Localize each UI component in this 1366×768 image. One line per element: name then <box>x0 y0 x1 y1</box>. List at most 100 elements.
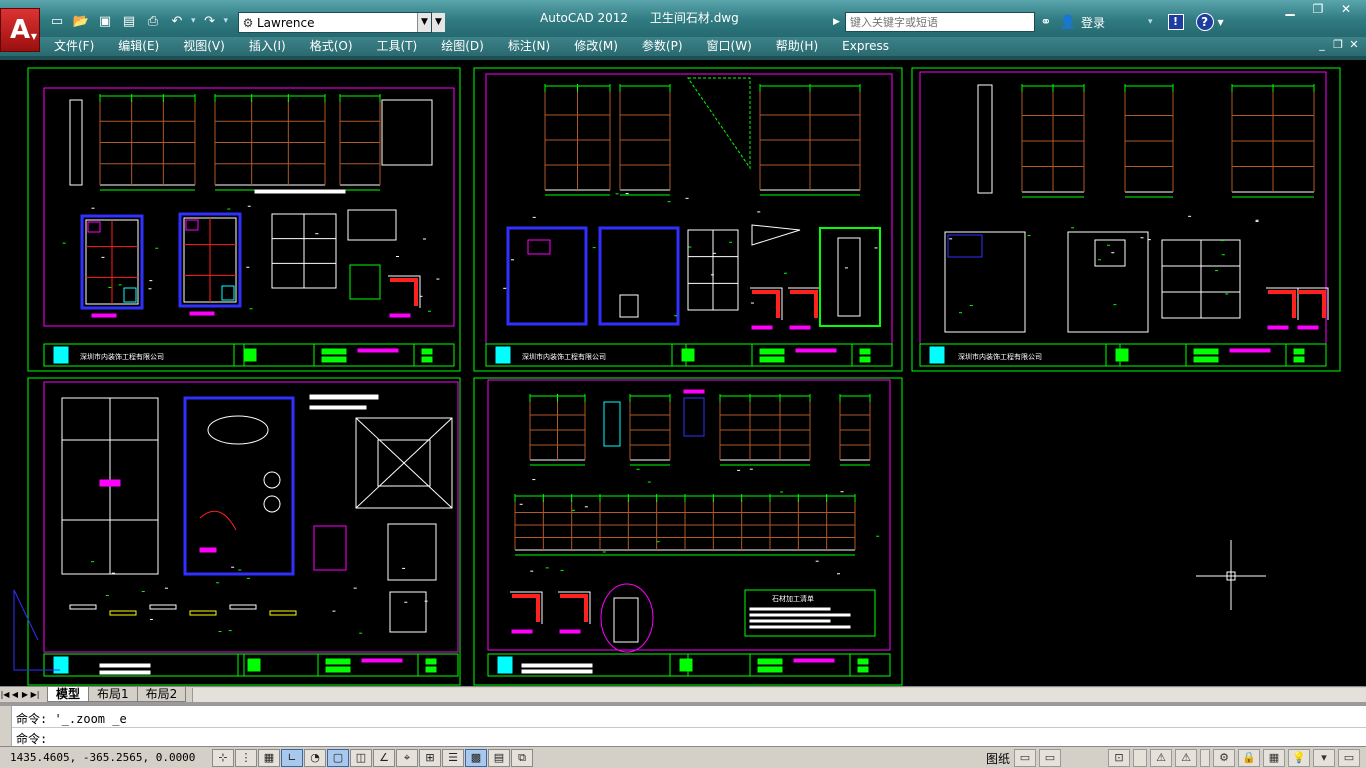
door-swing <box>199 510 237 531</box>
section-detail <box>69 604 97 610</box>
doc-close-icon[interactable]: ✕ <box>1346 38 1362 51</box>
plan-fixture <box>87 221 101 233</box>
title-block-field <box>357 348 399 353</box>
document-name: 卫生间石材.dwg <box>649 11 739 25</box>
application-menu-button[interactable]: A ▼ <box>0 8 40 52</box>
maximize-icon[interactable]: ❐ <box>1304 0 1332 18</box>
dynamic-ucs-icon[interactable]: ⌖ <box>396 749 418 767</box>
search-input[interactable] <box>845 12 1035 32</box>
annotation-visibility-icon[interactable]: ⚠ <box>1175 749 1197 767</box>
detail-box <box>387 523 437 581</box>
help-dropdown-icon[interactable]: ▼ <box>1218 18 1224 27</box>
expand-arrow-icon[interactable]: ▶ <box>833 17 845 27</box>
menu-draw[interactable]: 绘图(D) <box>435 39 490 54</box>
drawing-svg[interactable]: 深圳市内装饰工程有限公司 深圳市内装饰工程有限公司 深圳市内装饰工程有限公司石材加工… <box>0 60 1366 686</box>
menu-format[interactable]: 格式(O) <box>304 39 359 54</box>
menu-file[interactable]: 文件(F) <box>48 39 100 54</box>
menu-express[interactable]: Express <box>836 39 895 54</box>
doc-restore-icon[interactable]: ❐ <box>1330 38 1346 51</box>
print-icon[interactable]: ⎙ <box>142 11 164 31</box>
redo-icon[interactable]: ↷ <box>199 11 221 31</box>
hardware-acceleration-icon[interactable]: ▦ <box>1263 749 1285 767</box>
menu-view[interactable]: 视图(V) <box>177 39 231 54</box>
polar-tracking-icon[interactable]: ◔ <box>304 749 326 767</box>
section-detail <box>149 604 177 610</box>
doc-minimize-icon[interactable]: _ <box>1314 38 1330 51</box>
minimize-icon[interactable]: ▁ <box>1276 0 1304 18</box>
qat-customize-icon[interactable]: ▼ <box>432 13 445 32</box>
menu-window[interactable]: 窗口(W) <box>701 39 758 54</box>
maximize-viewport-icon[interactable]: ⊡ <box>1108 749 1130 767</box>
detail-label-bar <box>559 629 581 634</box>
save-as-icon[interactable]: ▤ <box>118 11 140 31</box>
workspace-switching-icon[interactable]: ⚙ <box>1213 749 1235 767</box>
login-dropdown-icon[interactable]: ▾ <box>1147 17 1154 27</box>
transparency-icon[interactable]: ▩ <box>465 749 487 767</box>
menu-help[interactable]: 帮助(H) <box>770 39 824 54</box>
3d-object-snap-icon[interactable]: ◫ <box>350 749 372 767</box>
lineweight-icon[interactable]: ☰ <box>442 749 464 767</box>
close-icon[interactable]: ✕ <box>1332 0 1360 18</box>
user-icon[interactable]: 👤 <box>1057 15 1079 30</box>
tab-layout1[interactable]: 布局1 <box>88 687 138 702</box>
quick-properties-icon[interactable]: ▤ <box>488 749 510 767</box>
login-button[interactable]: 登录 <box>1081 14 1105 31</box>
menu-modify[interactable]: 修改(M) <box>568 39 624 54</box>
quick-view-drawings-icon[interactable]: ▭ <box>1039 749 1061 767</box>
command-line-grip[interactable] <box>0 706 12 746</box>
horizontal-scrollbar[interactable] <box>192 687 1366 702</box>
detail-section <box>347 209 397 241</box>
coordinate-readout[interactable]: 1435.4605, -365.2565, 0.0000 <box>10 751 195 764</box>
menu-edit[interactable]: 编辑(E) <box>112 39 165 54</box>
clean-screen-icon[interactable]: ▭ <box>1338 749 1360 767</box>
selection-cycling-icon[interactable]: ⧉ <box>511 749 533 767</box>
snap-mode-icon[interactable]: ⋮ <box>235 749 257 767</box>
title-block-field <box>859 348 871 355</box>
material-table-row <box>749 619 831 623</box>
binoculars-icon[interactable]: ⚭ <box>1035 15 1057 30</box>
command-prompt[interactable]: 命令: <box>16 730 47 747</box>
save-icon[interactable]: ▣ <box>94 11 116 31</box>
drawing-area[interactable]: 深圳市内装饰工程有限公司 深圳市内装饰工程有限公司 深圳市内装饰工程有限公司 石材加工… <box>0 56 1366 686</box>
undo-dropdown-icon[interactable]: ▾ <box>190 16 197 26</box>
space-toggle[interactable]: 图纸 <box>986 750 1010 767</box>
menu-insert[interactable]: 插入(I) <box>243 39 292 54</box>
corner-detail <box>1298 290 1326 318</box>
sheet-inner-border <box>43 87 455 327</box>
next-tab-icon[interactable]: ▶ <box>20 690 30 699</box>
new-file-icon[interactable]: ▭ <box>46 11 68 31</box>
title-bar: A ▼ ▭ 📂 ▣ ▤ ⎙ ↶ ▾ ↷ ▾ ⚙ Lawrence ▼ ▼ Aut… <box>0 0 1366 52</box>
status-menu-icon[interactable]: ▾ <box>1313 749 1335 767</box>
menu-tools[interactable]: 工具(T) <box>371 39 424 54</box>
grid-display-icon[interactable]: ▦ <box>258 749 280 767</box>
quick-view-layouts-icon[interactable]: ▭ <box>1014 749 1036 767</box>
tab-model[interactable]: 模型 <box>47 687 90 702</box>
object-snap-icon[interactable]: ▢ <box>327 749 349 767</box>
infer-constraints-icon[interactable]: ⊹ <box>212 749 234 767</box>
first-tab-icon[interactable]: |◀ <box>0 690 10 699</box>
last-tab-icon[interactable]: ▶| <box>30 690 40 699</box>
ortho-mode-icon[interactable]: ∟ <box>281 749 303 767</box>
open-folder-icon[interactable]: 📂 <box>70 11 92 31</box>
title-block-field <box>421 356 433 363</box>
undo-icon[interactable]: ↶ <box>166 11 188 31</box>
help-icon[interactable]: ? <box>1195 13 1214 31</box>
redo-dropdown-icon[interactable]: ▾ <box>223 16 230 26</box>
exchange-icon[interactable]: ! <box>1167 14 1184 30</box>
plan-label-bar <box>189 311 215 316</box>
isolate-objects-icon[interactable]: 💡 <box>1288 749 1310 767</box>
title-block-field <box>793 658 835 663</box>
object-snap-tracking-icon[interactable]: ∠ <box>373 749 395 767</box>
tab-layout2[interactable]: 布局2 <box>136 687 187 702</box>
lock-icon[interactable]: 🔒 <box>1238 749 1260 767</box>
workspace-select[interactable]: ⚙ Lawrence ▼ ▼ <box>238 12 445 33</box>
material-table-title: 石材加工清单 <box>772 594 814 603</box>
menu-dimension[interactable]: 标注(N) <box>502 39 556 54</box>
annotation-scale-icon[interactable]: ⚠ <box>1150 749 1172 767</box>
prev-tab-icon[interactable]: ◀ <box>10 690 20 699</box>
dynamic-input-icon[interactable]: ⊞ <box>419 749 441 767</box>
chevron-down-icon[interactable]: ▼ <box>417 13 431 32</box>
plan-label <box>199 547 217 553</box>
detail-section <box>613 597 639 643</box>
menu-parametric[interactable]: 参数(P) <box>636 39 689 54</box>
